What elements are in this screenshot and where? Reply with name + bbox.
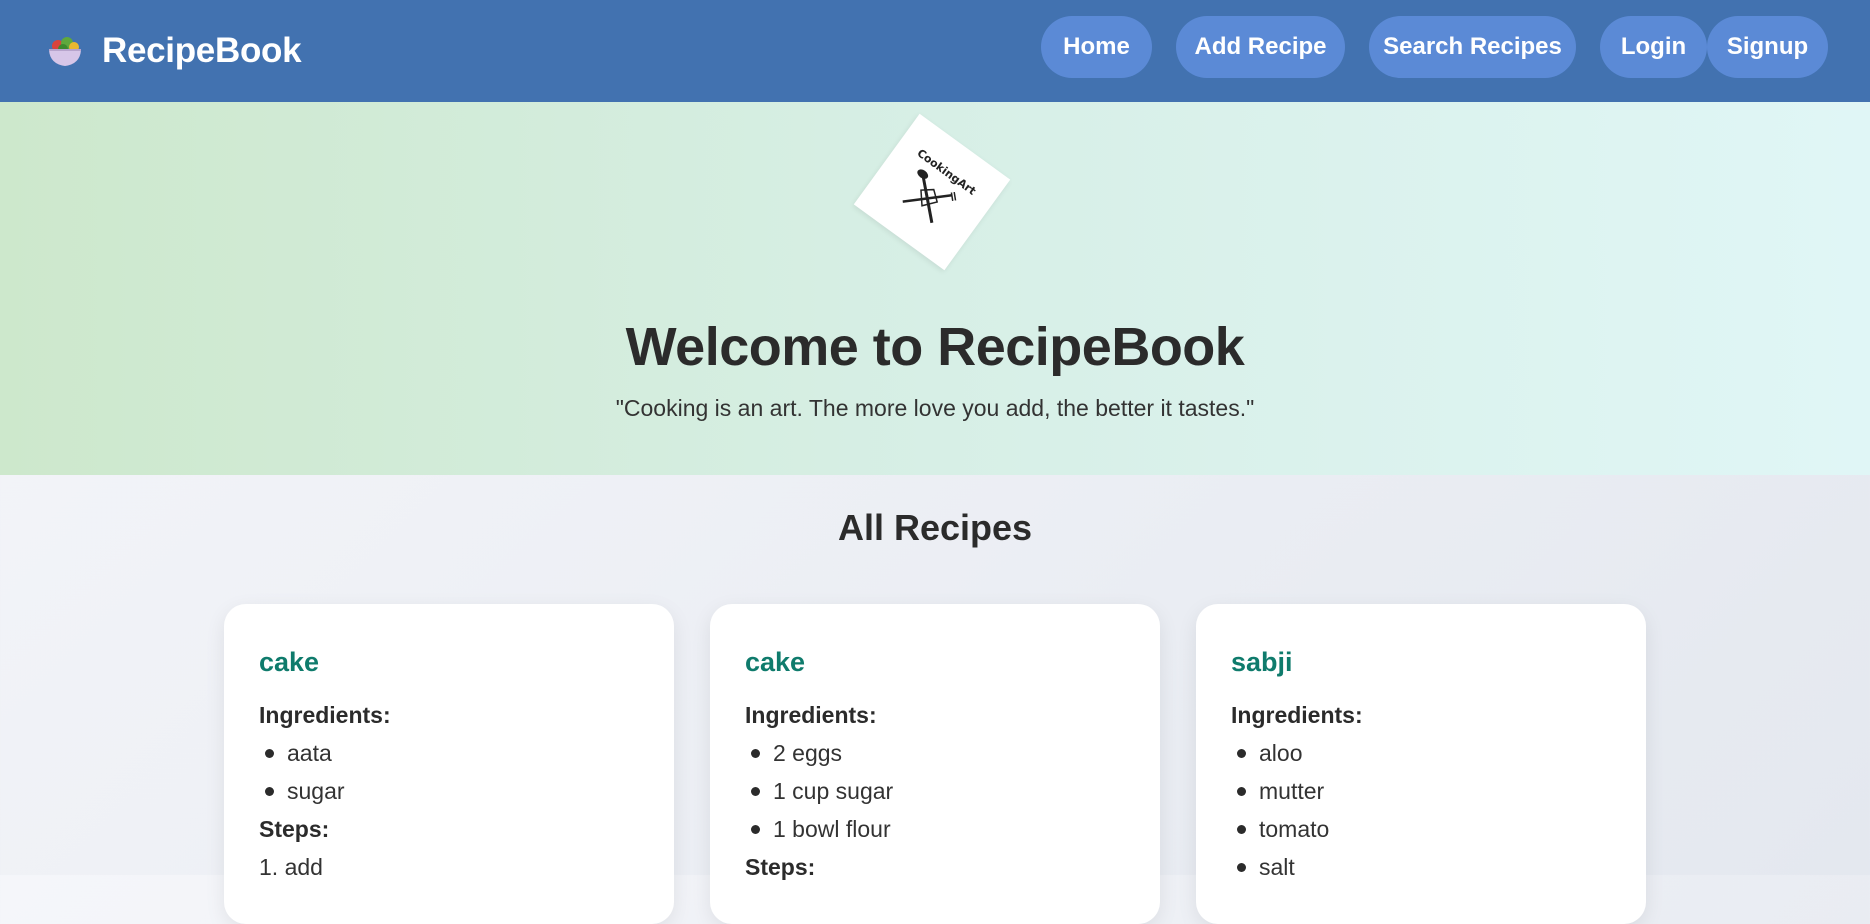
nav-add-recipe-button[interactable]: Add Recipe — [1176, 16, 1345, 78]
recipe-title: cake — [745, 647, 806, 677]
ingredient-item: sugar — [259, 772, 639, 810]
all-recipes-heading: All Recipes — [837, 507, 1033, 548]
recipe-card[interactable]: sabji Ingredients: aloo mutter tomato sa… — [1196, 604, 1646, 924]
nav-signup-button[interactable]: Signup — [1707, 16, 1828, 78]
recipe-card[interactable]: cake Ingredients: 2 eggs 1 cup sugar 1 b… — [710, 604, 1160, 924]
ingredient-item: 1 bowl flour — [745, 810, 1125, 848]
ingredients-label: Ingredients: — [1231, 702, 1363, 728]
ingredient-item: 1 cup sugar — [745, 772, 1125, 810]
hero-quote: "Cooking is an art. The more love you ad… — [615, 395, 1255, 421]
brand[interactable]: RecipeBook — [46, 31, 302, 71]
recipe-card[interactable]: cake Ingredients: aata sugar Steps: 1. a… — [224, 604, 674, 924]
ingredients-list: aloo mutter tomato salt — [1231, 734, 1611, 886]
ingredients-label: Ingredients: — [259, 702, 391, 728]
steps-label: Steps: — [745, 854, 816, 880]
ingredient-item: aata — [259, 734, 639, 772]
brand-title: RecipeBook — [102, 31, 302, 70]
ingredients-list: 2 eggs 1 cup sugar 1 bowl flour — [745, 734, 1125, 848]
nav-links: Home Add Recipe Search Recipes Login Sig… — [1041, 16, 1828, 78]
steps-label: Steps: — [259, 816, 330, 842]
ingredients-label: Ingredients: — [745, 702, 877, 728]
navbar: RecipeBook Home Add Recipe Search Recipe… — [0, 0, 1870, 102]
ingredients-list: aata sugar — [259, 734, 639, 810]
salad-bowl-icon — [46, 32, 84, 70]
hero-title: Welcome to RecipeBook — [625, 317, 1245, 377]
nav-search-recipes-button[interactable]: Search Recipes — [1369, 16, 1576, 78]
recipe-title: sabji — [1231, 647, 1293, 677]
step-item: 1. add — [259, 854, 323, 880]
ingredient-item: salt — [1231, 848, 1611, 886]
nav-home-button[interactable]: Home — [1041, 16, 1152, 78]
ingredient-item: aloo — [1231, 734, 1611, 772]
ingredient-item: mutter — [1231, 772, 1611, 810]
recipe-title: cake — [259, 647, 320, 677]
nav-login-button[interactable]: Login — [1600, 16, 1707, 78]
ingredient-item: 2 eggs — [745, 734, 1125, 772]
ingredient-item: tomato — [1231, 810, 1611, 848]
